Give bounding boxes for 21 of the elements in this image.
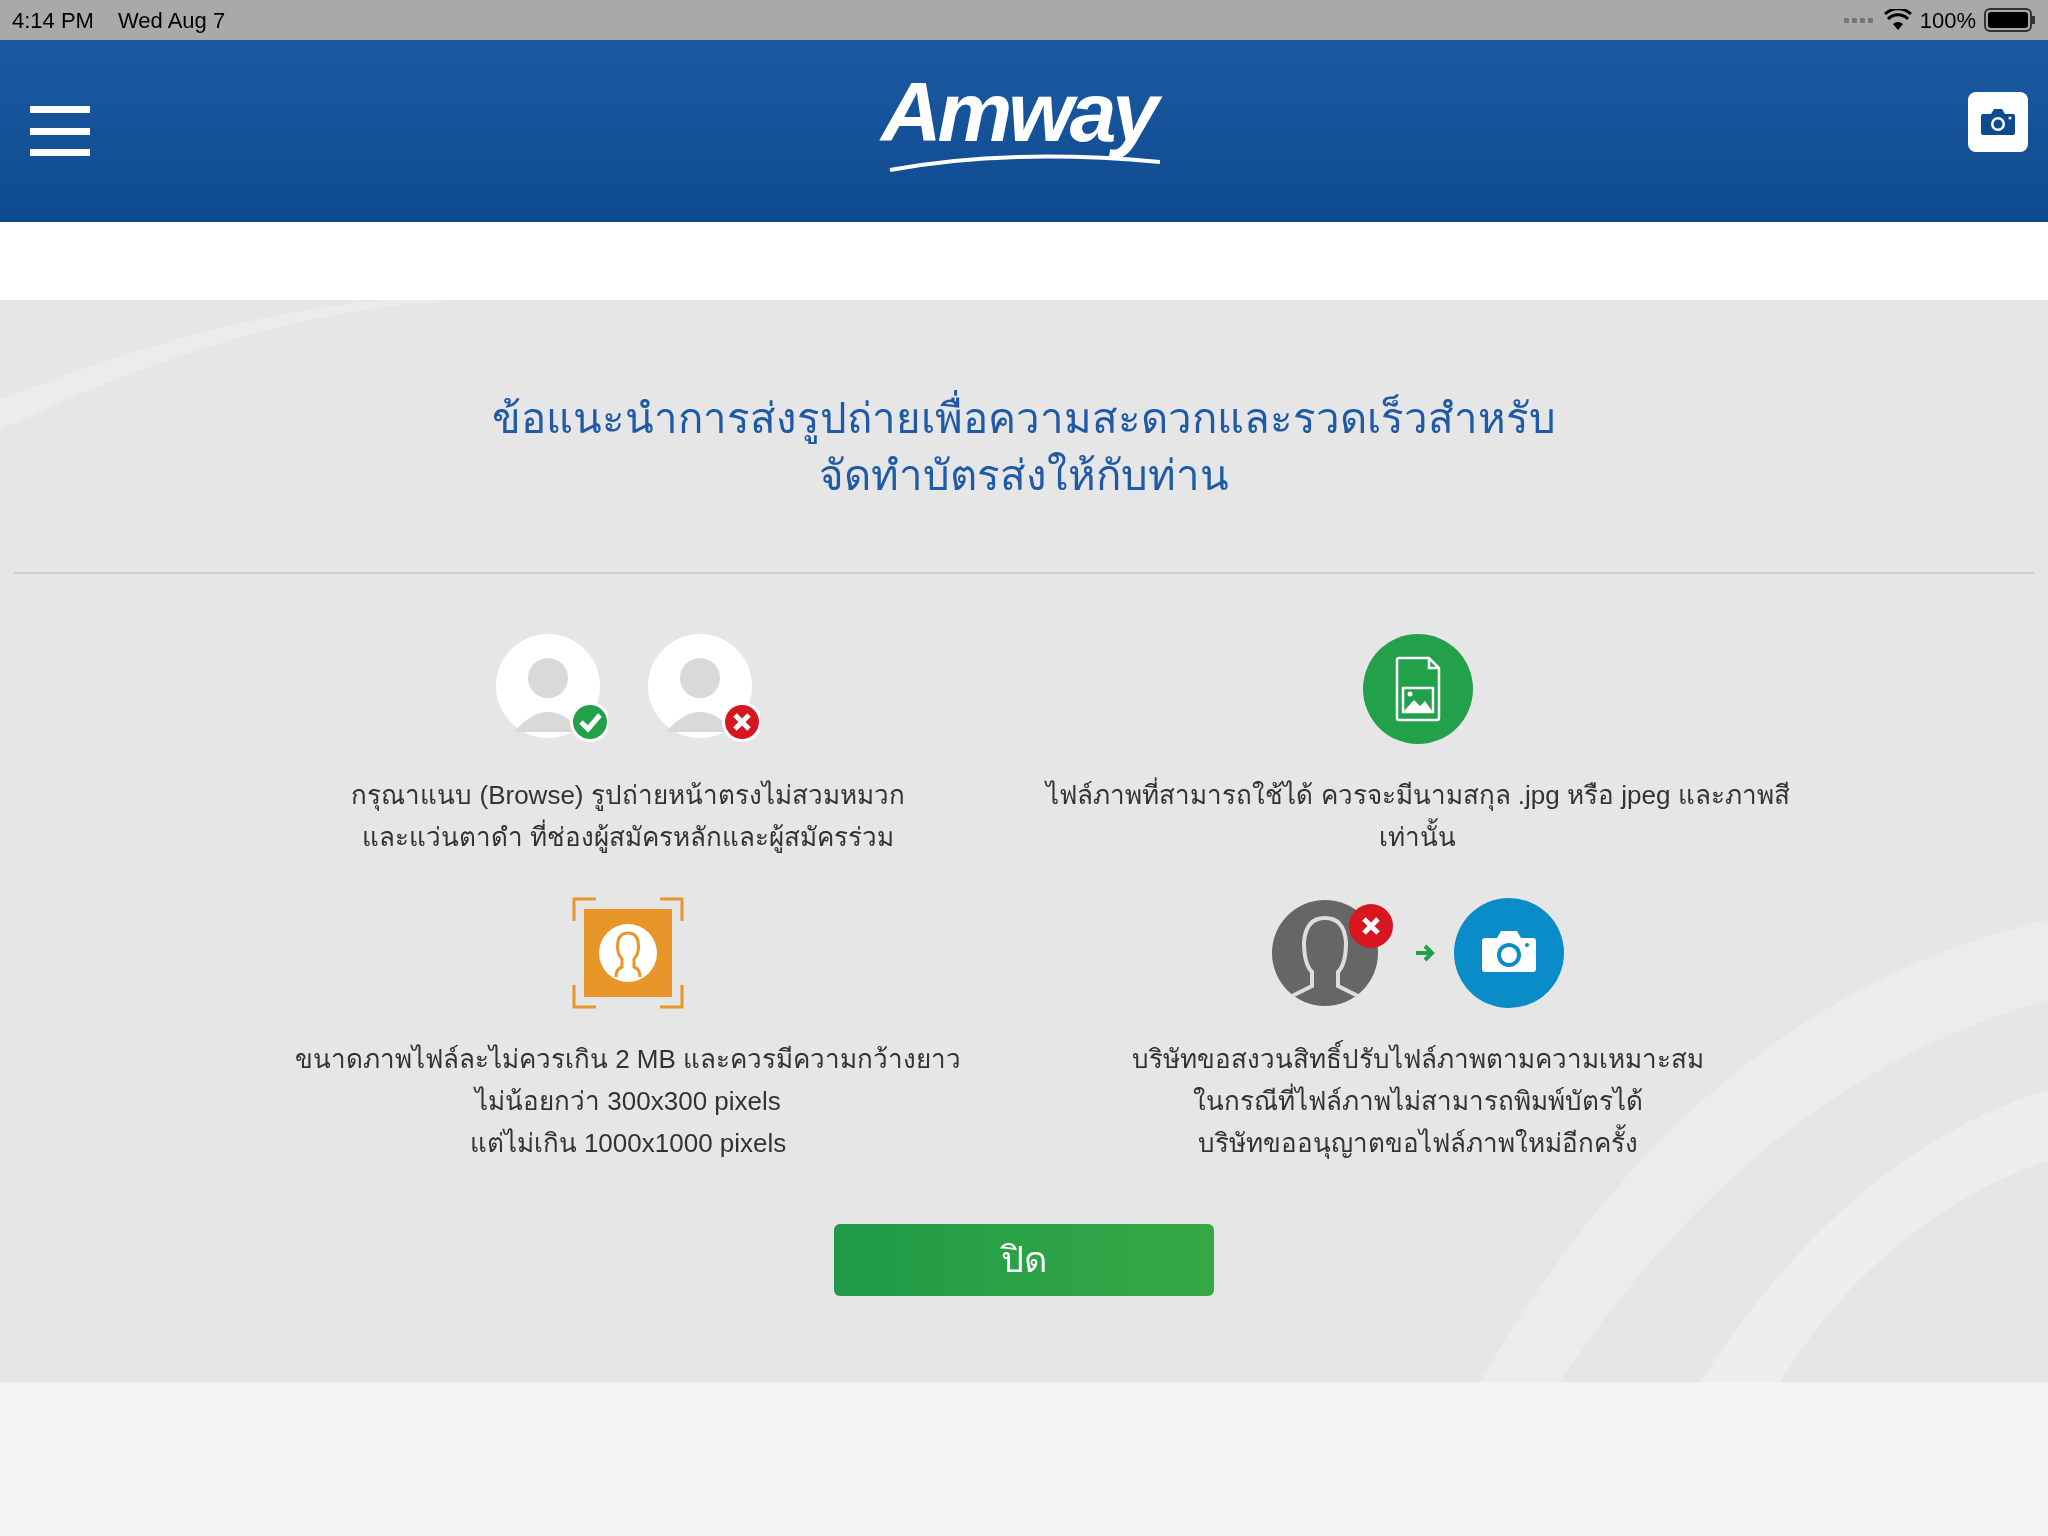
image-file-icon bbox=[1363, 634, 1473, 744]
page-title: ข้อแนะนำการส่งรูปถ่ายเพื่อความสะดวกและรวดเร็วสำหรับ จัดทำบัตรส่งให้กับท่าน bbox=[492, 390, 1556, 504]
tip-text: ขนาดภาพไฟล์ละไม่ควรเกิน 2 MB และควรมีความกว้างยาว ไม่น้อยกว่า 300x300 pixels แต่ไม่เกิน 1000x1000 pixels bbox=[294, 1043, 962, 1160]
menu-button[interactable] bbox=[30, 106, 90, 156]
status-time: 4:14 PM bbox=[12, 6, 94, 35]
profile-frame-icon bbox=[572, 897, 684, 1009]
arrow-icon bbox=[1414, 944, 1436, 962]
wifi-icon bbox=[1883, 9, 1912, 31]
battery-percent: 100% bbox=[1919, 6, 1976, 35]
tip-text: บริษัทขอสงวนสิทธิ์ปรับไฟล์ภาพตามความเหมาะสม ในกรณีที่ไฟล์ภาพไม่สามารถพิมพ์บัตรได้ บริษัทขออนุญาตขอไฟล์ภาพใหม่อีกครั้ง bbox=[1132, 1038, 1704, 1164]
camera-button[interactable] bbox=[1968, 92, 2028, 152]
camera-icon bbox=[1980, 108, 2016, 136]
tip-text: กรุณาแนบ (Browse) รูปถ่ายหน้าตรงไม่สวมหมวก และแว่นตาดำ ที่ช่องผู้สมัครหลักและผู้สมัครร่วม bbox=[351, 779, 905, 855]
status-date: Wed Aug 7 bbox=[117, 6, 226, 35]
signal-icon bbox=[1843, 16, 1876, 24]
tip-text: ไฟล์ภาพที่สามารถใช้ได้ ควรจะมีนามสกุล .jpg หรือ jpeg และภาพสี เท่านั้น bbox=[1046, 774, 1790, 858]
close-button[interactable]: ปิด bbox=[834, 1224, 1214, 1296]
amway-logo: Amway bbox=[876, 62, 1176, 188]
rejected-profile-icon bbox=[1272, 898, 1396, 1008]
battery-icon bbox=[1984, 8, 2036, 32]
camera-icon bbox=[1454, 898, 1564, 1008]
